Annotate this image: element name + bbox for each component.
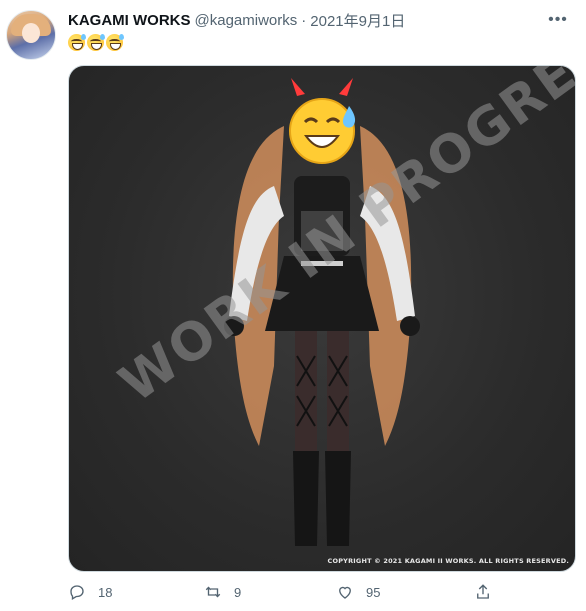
heart-icon xyxy=(339,586,351,599)
retweet-button[interactable]: 9 xyxy=(204,578,241,606)
tweet[interactable]: KAGAMI WORKS @kagamiworks · 2021年9月1日 ••… xyxy=(0,0,586,611)
author-avatar[interactable] xyxy=(6,10,56,60)
like-button[interactable]: 95 xyxy=(336,578,380,606)
tweet-date[interactable]: 2021年9月1日 xyxy=(310,10,405,31)
tweet-actions: 18 9 95 xyxy=(60,578,580,606)
reply-count: 18 xyxy=(98,584,113,600)
reply-icon xyxy=(70,585,84,600)
retweet-count: 9 xyxy=(234,584,242,600)
tweet-header: KAGAMI WORKS @kagamiworks · 2021年9月1日 xyxy=(68,10,405,30)
share-button[interactable] xyxy=(474,578,492,606)
avatar-face xyxy=(22,23,40,43)
tweet-text xyxy=(68,34,124,51)
author-display-name[interactable]: KAGAMI WORKS xyxy=(68,12,191,29)
more-options-button[interactable]: ••• xyxy=(546,8,570,32)
author-handle[interactable]: @kagamiworks xyxy=(195,12,298,29)
share-icon xyxy=(477,584,489,599)
reply-button[interactable]: 18 xyxy=(68,578,112,606)
retweet-icon xyxy=(205,586,221,598)
like-count: 95 xyxy=(366,584,381,600)
tweet-media-image[interactable]: WORK IN PROGRESS COPYRIGHT © 2021 KAGAMI… xyxy=(68,65,576,572)
sweat-smile-emoji-icon xyxy=(87,34,105,51)
header-separator: · xyxy=(301,11,307,29)
sweat-smile-emoji-icon xyxy=(106,34,124,51)
more-horizontal-icon: ••• xyxy=(548,11,568,28)
copyright-text: COPYRIGHT © 2021 KAGAMI II WORKS. ALL RI… xyxy=(327,557,569,565)
sweat-smile-emoji-icon xyxy=(68,34,86,51)
